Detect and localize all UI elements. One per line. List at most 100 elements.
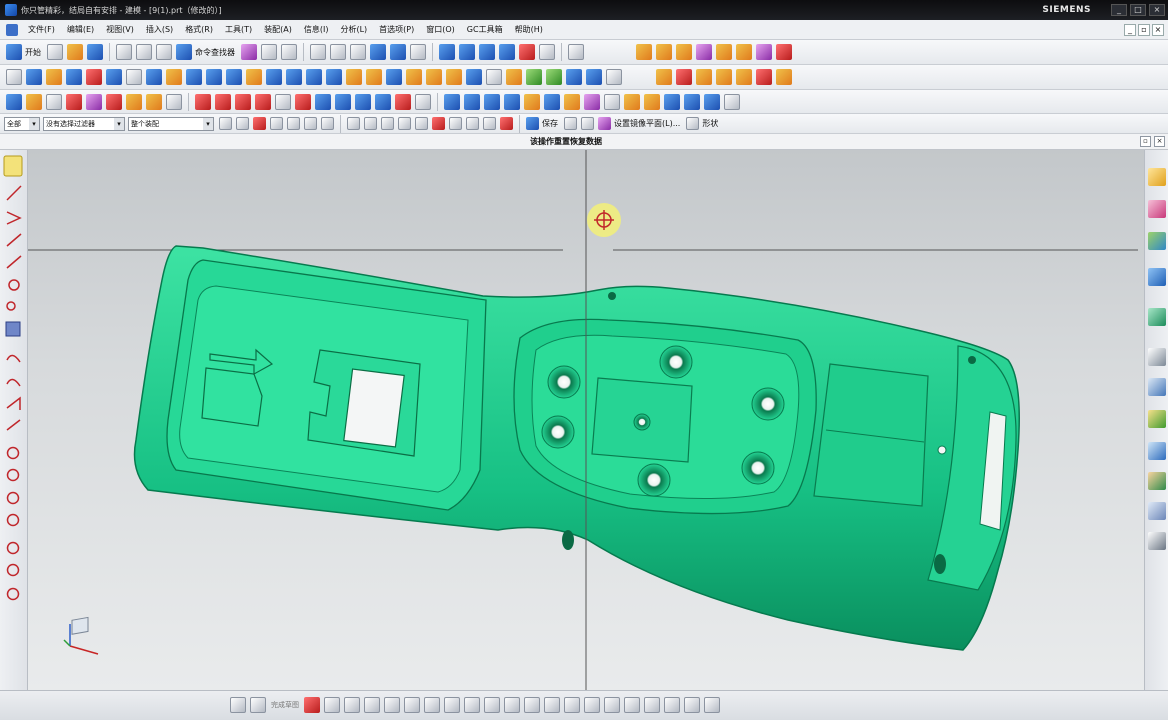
feature-select-icon[interactable] [253, 117, 266, 130]
view-orient-icon[interactable] [564, 117, 577, 130]
menu-file[interactable]: 文件(F) [22, 24, 61, 35]
menu-insert[interactable]: 插入(S) [140, 24, 179, 35]
filter-scope-dropdown[interactable]: 全部 ▾ [4, 116, 40, 131]
x-form-icon[interactable] [564, 93, 580, 110]
perspective-icon[interactable] [410, 44, 426, 60]
set-mirror-plane-button[interactable]: 设置镜像平面(L)... [614, 118, 680, 129]
intersect-icon[interactable] [266, 69, 282, 85]
text-icon[interactable] [275, 93, 291, 110]
fillet-icon[interactable] [5, 321, 21, 337]
auto-constrain-icon[interactable] [684, 697, 700, 713]
snap-control-icon[interactable] [381, 117, 394, 130]
point-set-icon[interactable] [26, 93, 42, 110]
subtract-icon[interactable] [246, 69, 262, 85]
circle-three-point-icon[interactable] [6, 468, 20, 482]
view-top-icon[interactable] [479, 44, 495, 60]
pan-icon[interactable] [390, 44, 406, 60]
dimension-icon[interactable] [166, 93, 182, 110]
cut-icon[interactable] [116, 44, 132, 60]
make-corner-icon[interactable] [604, 697, 620, 713]
extract-icon[interactable] [506, 69, 522, 85]
snap-on-curve-icon[interactable] [466, 117, 479, 130]
undo-icon[interactable] [136, 44, 152, 60]
clipping-icon[interactable] [656, 44, 672, 60]
show-constraints-icon[interactable] [664, 697, 680, 713]
view-front-icon[interactable] [459, 44, 475, 60]
line-tool-icon[interactable] [324, 697, 340, 713]
assembly-scope-dropdown[interactable]: 整个装配 ▾ [128, 116, 214, 131]
draft-icon[interactable] [386, 69, 402, 85]
split-body-icon[interactable] [306, 69, 322, 85]
fillet-tool-icon[interactable] [384, 697, 400, 713]
draft-analysis-icon[interactable] [696, 44, 712, 60]
sketch-plane-icon[interactable] [6, 69, 22, 85]
lip-icon[interactable] [684, 93, 700, 110]
measure-icon[interactable] [776, 44, 792, 60]
profile-icon[interactable] [6, 211, 22, 225]
menu-view[interactable]: 视图(V) [100, 24, 140, 35]
emboss-icon[interactable] [644, 93, 660, 110]
background-icon[interactable] [539, 44, 555, 60]
replace-face-icon[interactable] [586, 69, 602, 85]
save-button[interactable]: 保存 [542, 118, 558, 129]
offset-surface-icon[interactable] [484, 93, 500, 110]
delete-face-icon[interactable] [606, 69, 622, 85]
zoom-icon[interactable] [330, 44, 346, 60]
rectangle-icon[interactable] [235, 93, 251, 110]
reuse-library-icon[interactable] [1148, 232, 1166, 250]
derived-line-icon[interactable] [6, 563, 20, 577]
menu-gc-toolkit[interactable]: GC工具箱 [461, 24, 509, 35]
sketch-icon[interactable] [3, 155, 23, 177]
document-menu-icon[interactable] [6, 23, 18, 36]
snap-view-icon[interactable] [241, 44, 257, 60]
spline-icon[interactable] [6, 378, 21, 387]
fit-icon[interactable] [310, 44, 326, 60]
type-filter-dropdown[interactable]: 没有选择过滤器 ▾ [43, 116, 125, 131]
quick-trim-icon[interactable] [564, 697, 580, 713]
history-icon[interactable] [1148, 308, 1166, 326]
chamfer-icon[interactable] [6, 354, 21, 363]
mirror-icon[interactable] [486, 69, 502, 85]
circle-icon[interactable] [6, 301, 16, 311]
point-tool-icon[interactable] [464, 697, 480, 713]
snap-quadrant-icon[interactable] [432, 117, 445, 130]
curve-arc-icon[interactable] [676, 69, 692, 85]
save-icon[interactable] [87, 44, 103, 60]
iso-curve-icon[interactable] [584, 93, 600, 110]
sew-icon[interactable] [526, 69, 542, 85]
sketch-settings-icon[interactable] [230, 697, 246, 713]
face-blend-icon[interactable] [524, 93, 540, 110]
start-button[interactable]: 开始 [25, 47, 41, 58]
curve-intersect-icon[interactable] [756, 69, 772, 85]
revolve-icon[interactable] [46, 69, 62, 85]
restore-view-icon[interactable] [581, 117, 594, 130]
pad-icon[interactable] [126, 69, 142, 85]
view-iso-icon[interactable] [519, 44, 535, 60]
menu-format[interactable]: 格式(R) [179, 24, 219, 35]
assembly-navigator-icon[interactable] [1148, 200, 1166, 218]
snap-endpoint-icon[interactable] [347, 117, 360, 130]
quick-extend-icon[interactable] [6, 587, 20, 601]
snap-pole-icon[interactable] [500, 117, 513, 130]
rotate-icon[interactable] [370, 44, 386, 60]
finish-sketch-icon[interactable] [250, 697, 266, 713]
offset-face-icon[interactable] [406, 69, 422, 85]
through-curves-icon[interactable] [315, 93, 331, 110]
face-analysis-icon[interactable] [676, 44, 692, 60]
curve-line-icon[interactable] [656, 69, 672, 85]
extend-sheet-icon[interactable] [464, 93, 480, 110]
maximize-button[interactable]: □ [1130, 4, 1146, 16]
layer-icon[interactable] [724, 93, 740, 110]
extrude-icon[interactable] [26, 69, 42, 85]
boss-icon[interactable] [86, 69, 102, 85]
ellipse-icon[interactable] [6, 491, 20, 505]
csys-icon[interactable] [106, 93, 122, 110]
offset-curve-icon[interactable] [504, 697, 520, 713]
command-finder-button[interactable]: 命令查找器 [195, 47, 235, 58]
sphere-icon[interactable] [166, 69, 182, 85]
snap-center-icon[interactable] [415, 117, 428, 130]
arc-icon[interactable] [215, 93, 231, 110]
process-studio-icon[interactable] [1148, 378, 1166, 396]
curve-offset-icon[interactable] [716, 69, 732, 85]
menu-preferences[interactable]: 首选项(P) [373, 24, 420, 35]
